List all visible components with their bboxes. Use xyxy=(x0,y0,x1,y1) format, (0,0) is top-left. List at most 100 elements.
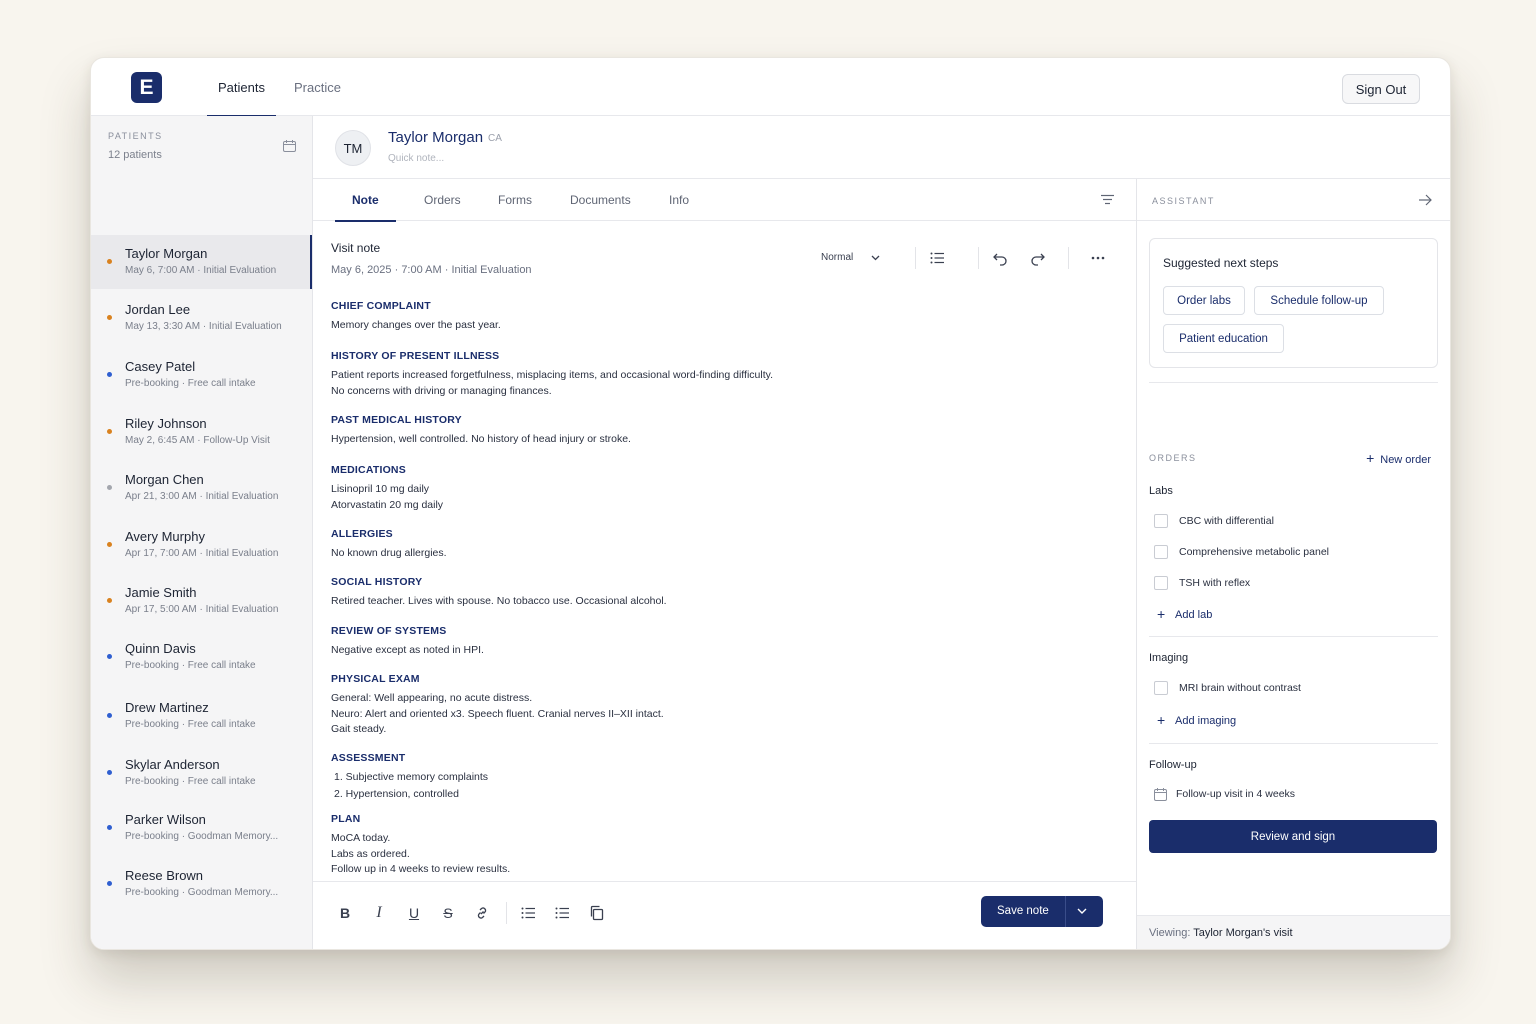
save-note-button[interactable]: Save note xyxy=(981,896,1103,927)
patient-header: TM Taylor Morgan CA Quick note... xyxy=(313,116,1450,179)
strikethrough-icon[interactable]: S xyxy=(440,905,456,921)
add-imaging-link[interactable]: Add imaging xyxy=(1175,715,1236,727)
patient-list-item[interactable]: Drew Martinez Pre-booking · Free call int… xyxy=(91,689,312,743)
schedule-follow-up-chip[interactable]: Schedule follow-up xyxy=(1254,286,1384,315)
tab-documents[interactable]: Documents xyxy=(570,179,631,221)
tab-note[interactable]: Note xyxy=(335,179,396,222)
toolbar-divider xyxy=(506,902,507,924)
patient-list-item[interactable]: Jamie Smith Apr 17, 5:00 AM · Initial Eva… xyxy=(91,574,312,628)
italic-icon[interactable]: I xyxy=(371,904,387,921)
viewing-context-bar: Viewing: Taylor Morgan's visit xyxy=(1137,915,1450,949)
status-dot xyxy=(107,770,112,775)
note-section-line: Negative except as noted in HPI. xyxy=(331,644,484,656)
note-section-line: No concerns with driving or managing fin… xyxy=(331,384,552,397)
avatar: TM xyxy=(335,130,371,166)
bulleted-list-icon[interactable] xyxy=(520,905,536,921)
lab-label: Comprehensive metabolic panel xyxy=(1179,546,1329,558)
order-labs-chip[interactable]: Order labs xyxy=(1163,286,1245,315)
tab-forms[interactable]: Forms xyxy=(498,179,532,221)
note-section-heading: PHYSICAL EXAM xyxy=(331,673,420,685)
patient-item-name: Riley Johnson xyxy=(125,416,207,431)
new-order-label: New order xyxy=(1380,454,1431,466)
note-section-line: 2. Hypertension, controlled xyxy=(334,788,459,800)
patient-name: Taylor Morgan xyxy=(388,129,484,146)
patient-list-item[interactable]: Avery Murphy Apr 17, 7:00 AM · Initial Ev… xyxy=(91,518,312,572)
chevron-down-icon[interactable] xyxy=(1076,903,1088,919)
toolbar-divider xyxy=(978,247,979,269)
app-logo[interactable]: E xyxy=(131,72,162,103)
patient-list-item[interactable]: Reese Brown Pre-booking · Goodman Memory.… xyxy=(91,857,312,911)
add-lab-link[interactable]: Add lab xyxy=(1175,609,1212,621)
filter-icon[interactable] xyxy=(1101,194,1114,205)
toolbar-divider xyxy=(1068,247,1069,269)
copy-icon[interactable] xyxy=(589,905,605,921)
underline-icon[interactable]: U xyxy=(406,905,422,921)
plus-icon: + xyxy=(1157,606,1166,622)
assistant-panel: ASSISTANT Suggested next steps Order lab… xyxy=(1136,179,1450,949)
bold-icon[interactable]: B xyxy=(337,905,353,921)
redo-icon[interactable] xyxy=(1030,250,1046,266)
follow-up-item[interactable]: Follow-up visit in 4 weeks xyxy=(1176,788,1295,800)
patient-item-meta: Pre-booking · Free call intake xyxy=(125,776,256,787)
quick-note-field[interactable]: Quick note... xyxy=(388,153,444,164)
patient-item-name: Avery Murphy xyxy=(125,529,205,544)
undo-icon[interactable] xyxy=(992,250,1008,266)
calendar-icon[interactable] xyxy=(283,140,296,152)
patient-education-chip[interactable]: Patient education xyxy=(1163,324,1284,353)
status-dot xyxy=(107,654,112,659)
viewing-prefix: Viewing: xyxy=(1149,927,1191,939)
status-dot xyxy=(107,881,112,886)
numbered-list-icon[interactable] xyxy=(554,905,570,921)
patient-list-item[interactable]: Morgan Chen Apr 21, 3:00 AM · Initial Eva… xyxy=(91,461,312,515)
patient-item-name: Reese Brown xyxy=(125,868,204,883)
viewing-name: Taylor Morgan's visit xyxy=(1193,927,1293,939)
note-section-heading: SOCIAL HISTORY xyxy=(331,576,423,588)
tab-orders[interactable]: Orders xyxy=(424,179,461,221)
note-section-line: Follow up in 4 weeks to review results. xyxy=(331,863,511,875)
review-and-sign-button[interactable]: Review and sign xyxy=(1149,820,1437,853)
patient-list-item[interactable]: Taylor Morgan May 6, 7:00 AM · Initial Ev… xyxy=(91,235,312,289)
link-icon[interactable] xyxy=(474,905,490,921)
note-section-line: Retired teacher. Lives with spouse. No t… xyxy=(331,595,667,607)
patient-list-item[interactable]: Casey Patel Pre-booking · Free call intak… xyxy=(91,348,312,402)
note-title: Visit note xyxy=(331,241,381,255)
patient-item-name: Jordan Lee xyxy=(125,302,191,317)
patient-list-item[interactable]: Riley Johnson May 2, 6:45 AM · Follow-Up … xyxy=(91,405,312,459)
lab-checkbox[interactable] xyxy=(1154,545,1168,559)
patient-item-meta: May 2, 6:45 AM · Follow-Up Visit xyxy=(125,435,270,446)
more-options-icon[interactable] xyxy=(1090,250,1106,266)
patient-list-item[interactable]: Jordan Lee May 13, 3:30 AM · Initial Eval… xyxy=(91,291,312,345)
patient-list-item[interactable]: Quinn Davis Pre-booking · Free call intak… xyxy=(91,630,312,684)
toolbar-divider xyxy=(915,247,916,269)
list-icon[interactable] xyxy=(929,250,945,266)
lab-checkbox[interactable] xyxy=(1154,514,1168,528)
nav-tab-patients[interactable]: Patients xyxy=(207,58,276,117)
patient-item-meta: May 6, 7:00 AM · Initial Evaluation xyxy=(125,265,277,276)
note-section-line: Hypertension, well controlled. No histor… xyxy=(331,433,631,445)
follow-up-heading: Follow-up xyxy=(1149,759,1197,771)
sign-out-button[interactable]: Sign Out xyxy=(1342,74,1420,104)
status-dot xyxy=(107,542,112,547)
labs-heading: Labs xyxy=(1149,485,1173,497)
divider xyxy=(1149,382,1438,383)
lab-checkbox[interactable] xyxy=(1154,576,1168,590)
note-section-heading: PLAN xyxy=(331,813,361,825)
note-section-heading: CHIEF COMPLAINT xyxy=(331,300,431,312)
patient-location-tag: CA xyxy=(488,133,502,144)
new-order-button[interactable]: + New order xyxy=(1366,450,1431,466)
imaging-checkbox[interactable] xyxy=(1154,681,1168,695)
patient-list-item[interactable]: Skylar Anderson Pre-booking · Free call i… xyxy=(91,746,312,800)
note-section-line: Atorvastatin 20 mg daily xyxy=(331,498,444,511)
tab-info[interactable]: Info xyxy=(669,179,689,221)
patient-item-meta: Pre-booking · Goodman Memory... xyxy=(125,831,279,842)
nav-tab-practice[interactable]: Practice xyxy=(294,58,341,116)
patient-list-item[interactable]: Parker Wilson Pre-booking · Goodman Memor… xyxy=(91,801,312,855)
note-section-heading: REVIEW OF SYSTEMS xyxy=(331,625,447,637)
collapse-arrow-icon[interactable] xyxy=(1418,194,1432,206)
text-style-select[interactable]: Normal xyxy=(821,252,880,263)
note-section-line: Labs as ordered. xyxy=(331,847,410,860)
status-dot xyxy=(107,825,112,830)
patient-item-name: Parker Wilson xyxy=(125,812,206,827)
divider xyxy=(1149,636,1438,637)
visit-note[interactable]: Visit note May 6, 2025 · 7:00 AM · Initi… xyxy=(313,221,1136,881)
